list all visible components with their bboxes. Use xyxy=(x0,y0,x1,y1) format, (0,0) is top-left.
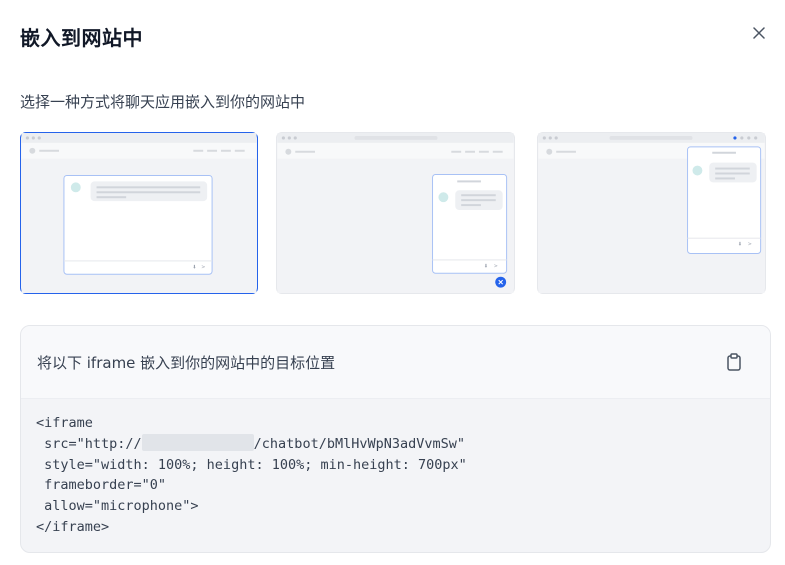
code-line: src="http:// xyxy=(36,435,142,452)
svg-text:⬇: ⬇ xyxy=(192,264,196,270)
clipboard-icon xyxy=(727,353,741,371)
iframe-code-block: <iframe src="http:// /chatbot/bMlHvWpN3ad… xyxy=(36,413,467,538)
svg-text:>: > xyxy=(494,263,498,269)
redacted-host xyxy=(141,433,254,451)
embed-code-panel: 将以下 iframe 嵌入到你的网站中的目标位置 <iframe src="ht… xyxy=(20,325,771,553)
full-page-preview-illustration: ⬇ > xyxy=(21,133,257,293)
code-line: </iframe> xyxy=(36,518,110,535)
bubble-preview-illustration: ⬇ > xyxy=(277,133,514,293)
code-panel-label: 将以下 iframe 嵌入到你的网站中的目标位置 xyxy=(37,354,336,372)
embed-dialog: 嵌入到网站中 选择一种方式将聊天应用嵌入到你的网站中 ⬇ > ⬇ > ⬇ > 将… xyxy=(0,0,785,565)
code-panel-header: 将以下 iframe 嵌入到你的网站中的目标位置 xyxy=(21,326,770,399)
svg-text:⬇: ⬇ xyxy=(484,263,488,269)
code-line: style="width: 100%; height: 100%; min-he… xyxy=(36,456,467,473)
code-line: frameborder="0" xyxy=(36,477,167,494)
code-line: /chatbot/bMlHvWpN3adVvmSw" xyxy=(253,435,465,452)
embed-option-extension[interactable]: ⬇ > xyxy=(537,132,766,294)
code-line: <iframe xyxy=(36,415,93,431)
svg-text:>: > xyxy=(748,242,752,248)
svg-text:⬇: ⬇ xyxy=(738,242,742,248)
extension-preview-illustration: ⬇ > xyxy=(538,133,765,293)
dialog-subtitle: 选择一种方式将聊天应用嵌入到你的网站中 xyxy=(20,93,306,111)
embed-option-full-page[interactable]: ⬇ > xyxy=(20,132,258,294)
close-button[interactable] xyxy=(748,22,770,44)
dialog-title: 嵌入到网站中 xyxy=(20,26,143,50)
close-icon xyxy=(753,27,765,39)
embed-option-bubble[interactable]: ⬇ > xyxy=(276,132,515,294)
copy-code-button[interactable] xyxy=(722,350,746,374)
code-line: allow="microphone"> xyxy=(36,498,199,515)
svg-text:>: > xyxy=(201,264,205,270)
